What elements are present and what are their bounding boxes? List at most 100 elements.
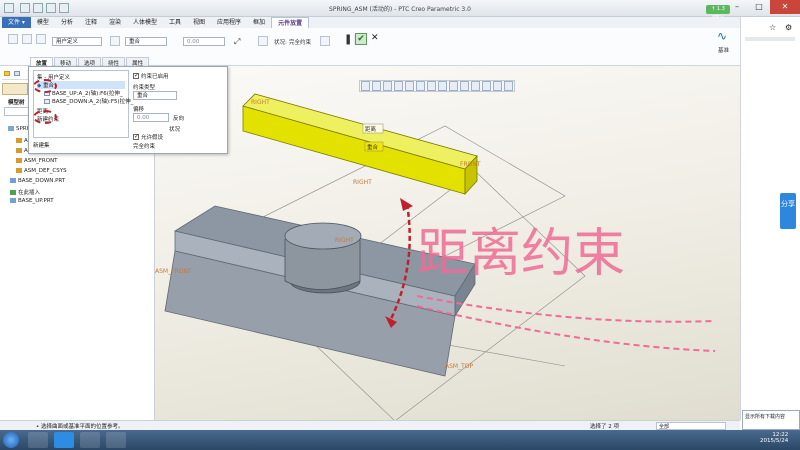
tree-item-3[interactable]: ASM_FRONT — [16, 158, 58, 164]
offset-flip-button[interactable]: 反向 — [173, 114, 184, 122]
taskbar: 12:22 2015/5/24 — [0, 430, 800, 450]
menu-item-0[interactable]: 文件 ▾ — [2, 17, 31, 28]
handwritten-annotation: 距离约束 — [417, 224, 625, 284]
constraint-icon[interactable] — [36, 34, 46, 44]
menu-item-5[interactable]: 人体模型 — [127, 17, 163, 28]
plug-icon[interactable] — [110, 36, 120, 46]
new-set-link[interactable]: 新建集 — [33, 141, 50, 149]
selection-count: 选择了 2 项 — [590, 424, 619, 430]
allow-assume-checkbox[interactable]: 允许假设 — [133, 133, 163, 141]
popup-offset-input[interactable]: 0.00 — [133, 113, 169, 122]
menu-bar: 文件 ▾ 模型 分析 注释 渲染 人体模型 工具 视图 应用程序 框加 元件放置 — [0, 17, 740, 28]
enable-checkbox[interactable]: 约束已启用 — [133, 72, 169, 80]
tree-item-label: 在此插入 — [18, 190, 41, 196]
menu-item-3[interactable]: 注释 — [79, 17, 103, 28]
display-icon[interactable] — [22, 34, 32, 44]
cancel-button[interactable]: ✕ — [371, 33, 379, 43]
tree-item-4[interactable]: ASM_DEF_CSYS — [16, 168, 67, 174]
label-right: RIGHT — [251, 99, 270, 106]
component-icon[interactable] — [8, 34, 18, 44]
tree-item-label: ASM_DEF_CSYS — [24, 168, 67, 174]
set-type-select[interactable]: 用户定义 — [52, 37, 102, 46]
tree-item-label: BASE_DOWN.PRT — [18, 178, 66, 184]
setting-icon[interactable] — [320, 36, 330, 46]
menu-item-6[interactable]: 工具 — [163, 17, 187, 28]
menu-item-10[interactable]: 元件放置 — [271, 17, 310, 28]
tree-item-label: BASE_UP.PRT — [18, 198, 54, 204]
label-right-base: RIGHT — [335, 237, 354, 244]
label-asm-front: ASM_FRONT — [155, 268, 192, 275]
status-label: 状况: — [274, 40, 287, 46]
axis-ref-icon-2 — [44, 99, 50, 104]
folder-icon[interactable] — [4, 71, 10, 76]
status-message: • 选择曲面或基准平面的位置参考。 — [36, 424, 124, 430]
arrow-head-top — [400, 198, 413, 211]
tree-item-6[interactable]: 在此插入 — [10, 188, 40, 196]
annotation-underline-2 — [416, 305, 716, 352]
taskbar-app-4[interactable] — [106, 432, 126, 448]
filter-select[interactable]: 全部 — [656, 422, 726, 430]
base-label[interactable]: 基准 — [718, 46, 729, 54]
taskbar-app-1[interactable] — [28, 432, 48, 448]
flip-icon[interactable]: ⤢ — [234, 37, 240, 47]
close-button[interactable]: ✕ — [770, 0, 800, 14]
tree-item-icon — [8, 126, 14, 131]
label-asm-top: ASM_TOP — [445, 363, 473, 370]
menu-item-8[interactable]: 应用程序 — [211, 17, 247, 28]
model-canvas[interactable]: RIGHT FRONT RIGHT ASM_FRONT RIGHT ASM_TO… — [155, 66, 740, 420]
constraint-type-select[interactable]: 重合 — [125, 37, 167, 46]
reference-2[interactable]: BASE_DOWN:A_2(轴):F5(拉伸_ — [44, 97, 133, 105]
menu-item-7[interactable]: 视图 — [187, 17, 211, 28]
label-right-2: RIGHT — [353, 179, 372, 186]
start-button[interactable] — [3, 432, 19, 448]
offset-input[interactable]: 0.00 — [183, 37, 225, 46]
move-icon[interactable] — [258, 36, 268, 46]
layers-icon[interactable] — [14, 71, 20, 76]
tree-item-label: ASM_FRONT — [24, 158, 58, 164]
menu-item-1[interactable]: 模型 — [31, 17, 55, 28]
tree-item-5[interactable]: BASE_DOWN.PRT — [10, 178, 65, 184]
popup-status-value: 完全约束 — [133, 144, 156, 150]
tree-item-icon — [16, 168, 22, 173]
tree-item-7[interactable]: BASE_UP.PRT — [10, 198, 54, 204]
minimize-button[interactable]: – — [726, 0, 748, 14]
callout-coincident: 重合 — [367, 143, 379, 151]
status-heading: 状况 — [169, 127, 181, 133]
title-bar: SPRING_ASM (活动的) - PTC Creo Parametric 3… — [0, 0, 800, 21]
tree-item-icon — [16, 138, 22, 143]
reference-1[interactable]: BASE_UP:A_2(轴):F6(拉伸_ — [44, 89, 128, 97]
star-icon[interactable]: ☆ — [769, 23, 776, 32]
menu-item-2[interactable]: 分析 — [55, 17, 79, 28]
highlight-circle-1 — [33, 79, 57, 93]
popup-constraint-type-select[interactable]: 重合 — [133, 91, 177, 100]
sketch-icon[interactable]: ∿ — [717, 29, 727, 43]
status-value: 完全约束 — [289, 40, 312, 46]
tree-mode-button[interactable] — [2, 83, 28, 95]
tree-item-icon — [10, 198, 16, 203]
maximize-button[interactable]: □ — [748, 0, 770, 14]
tree-item-icon — [10, 190, 16, 195]
tree-header: 模型树 — [8, 100, 25, 106]
offset-label: 偏移 — [133, 107, 145, 113]
taskbar-browser[interactable] — [54, 432, 74, 448]
tree-item-icon — [16, 158, 22, 163]
window-title: SPRING_ASM (活动的) - PTC Creo Parametric 3… — [329, 6, 471, 13]
menu-item-9[interactable]: 框加 — [247, 17, 271, 28]
callout-distance: 距离 — [365, 125, 377, 133]
constraint-type-label: 约束类型 — [133, 85, 156, 91]
tree-item-icon — [16, 148, 22, 153]
side-scroll-track[interactable] — [745, 37, 795, 41]
tree-item-icon — [10, 178, 16, 183]
menu-item-4[interactable]: 渲染 — [103, 17, 127, 28]
clock[interactable]: 12:22 2015/5/24 — [760, 432, 788, 444]
download-notice[interactable]: 显示所有下载内容 — [742, 410, 800, 430]
taskbar-app-3[interactable] — [80, 432, 100, 448]
highlight-circle-2 — [33, 110, 57, 124]
label-front: FRONT — [460, 161, 481, 168]
share-button[interactable]: 分享 — [780, 193, 796, 229]
placement-popup: 集 - 用户定义 ◆ 重合 BASE_UP:A_2(轴):F6(拉伸_ BASE… — [28, 66, 228, 154]
graphics-viewport[interactable]: RIGHT FRONT RIGHT ASM_FRONT RIGHT ASM_TO… — [155, 66, 740, 420]
confirm-button[interactable]: ✔ — [355, 33, 367, 45]
settings-icon[interactable]: ⚙ — [785, 23, 792, 32]
status-bar: • 选择曲面或基准平面的位置参考。 选择了 2 项 全部 — [0, 420, 740, 430]
